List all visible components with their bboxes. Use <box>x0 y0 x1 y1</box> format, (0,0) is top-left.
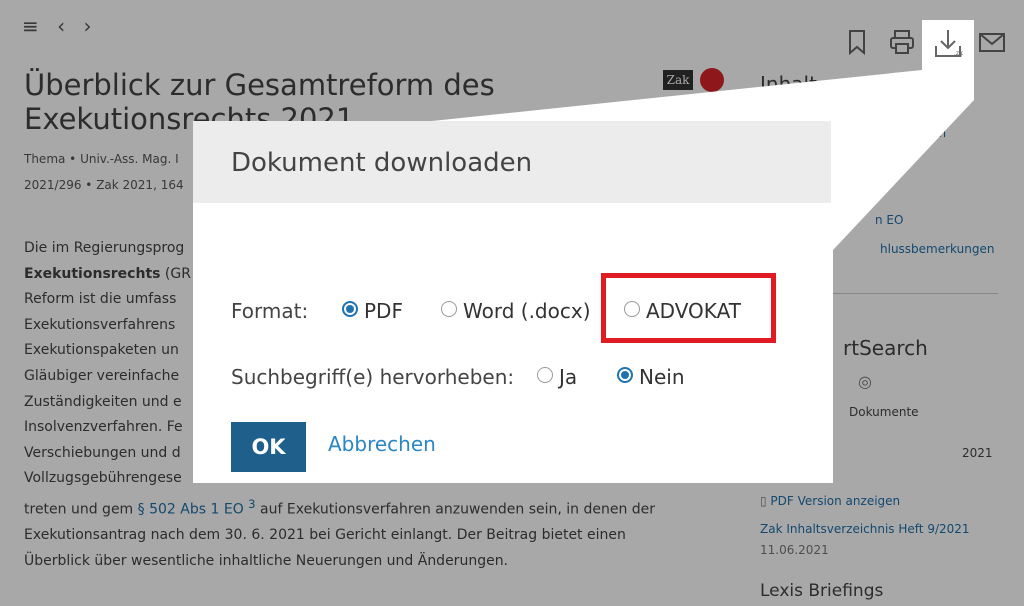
radio-checked-icon[interactable] <box>342 301 358 317</box>
highlight-search-label: Suchbegriff(e) hervorheben: <box>231 365 515 389</box>
dialog-header: Dokument downloaden <box>193 121 831 203</box>
cancel-link[interactable]: Abbrechen <box>328 432 436 456</box>
radio-checked-icon[interactable] <box>617 367 633 383</box>
highlight-option-no[interactable]: Nein <box>617 365 685 389</box>
dialog-title: Dokument downloaden <box>231 148 533 178</box>
format-option-word[interactable]: Word (.docx) <box>441 299 591 323</box>
ok-button[interactable]: OK <box>231 422 306 472</box>
format-option-pdf[interactable]: PDF <box>342 299 403 323</box>
radio-unchecked-icon[interactable] <box>537 367 553 383</box>
highlight-option-yes[interactable]: Ja <box>537 365 577 389</box>
format-label: Format: <box>231 299 309 323</box>
annotation-highlight-box <box>601 273 776 343</box>
download-icon[interactable]: .zip <box>922 20 974 70</box>
radio-unchecked-icon[interactable] <box>441 301 457 317</box>
svg-text:.zip: .zip <box>954 50 963 57</box>
